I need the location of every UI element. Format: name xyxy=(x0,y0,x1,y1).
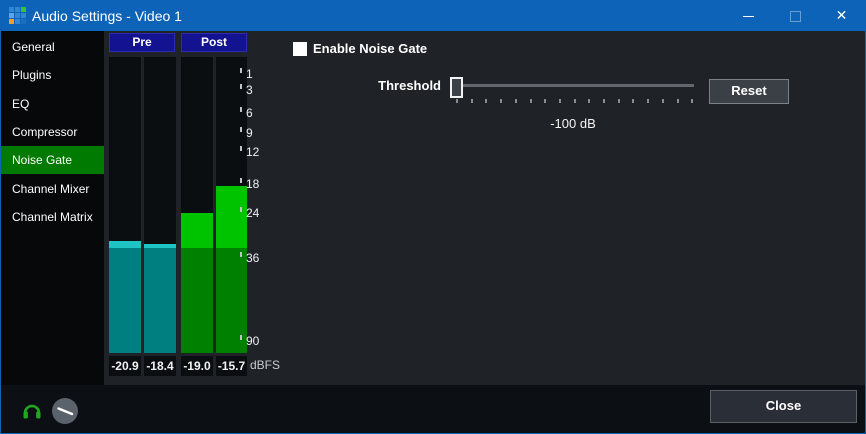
slider-tick xyxy=(559,99,561,103)
slider-tick xyxy=(632,99,634,103)
meter-bar-lower-segment xyxy=(144,248,176,353)
scale-label: 6 xyxy=(246,106,253,120)
slider-tick xyxy=(662,99,664,103)
slider-tick xyxy=(500,99,502,103)
scale-label: 3 xyxy=(246,83,253,97)
slider-tick xyxy=(485,99,487,103)
scale-label: 90 xyxy=(246,334,259,348)
slider-tick xyxy=(574,99,576,103)
meter-bar-upper-segment xyxy=(181,213,213,248)
dialog-content: GeneralPluginsEQCompressorNoise GateChan… xyxy=(1,31,865,433)
maximize-button xyxy=(772,1,819,31)
scale-label: 18 xyxy=(246,177,259,191)
slider-ticks xyxy=(456,99,694,103)
meter-bar-upper-segment xyxy=(109,241,141,248)
meter-bar-upper-segment xyxy=(216,186,247,248)
scale-label: 1 xyxy=(246,67,253,81)
slider-tick xyxy=(515,99,517,103)
slider-tick xyxy=(647,99,649,103)
slider-tick xyxy=(618,99,620,103)
threshold-slider-thumb[interactable] xyxy=(450,77,463,98)
meter-group-pre: Pre xyxy=(109,33,175,52)
monitor-volume-knob[interactable] xyxy=(52,398,78,424)
threshold-slider-track[interactable] xyxy=(456,84,694,87)
scale-label: 12 xyxy=(246,145,259,159)
close-button[interactable]: Close xyxy=(710,390,857,423)
meter-value-label: -19.0 xyxy=(181,356,213,376)
meter-channel-bar xyxy=(181,57,213,353)
scale-tick xyxy=(240,84,242,89)
scale-label: 36 xyxy=(246,251,259,265)
slider-tick xyxy=(603,99,605,103)
window-title: Audio Settings - Video 1 xyxy=(32,1,182,31)
meter-group-post: Post xyxy=(181,33,247,52)
meter-value-label: -15.7 xyxy=(216,356,247,376)
scale-tick xyxy=(240,146,242,151)
close-icon: ✕ xyxy=(818,1,865,31)
audio-settings-window: Audio Settings - Video 1 ✕ GeneralPlugin… xyxy=(0,0,866,434)
maximize-icon xyxy=(790,11,801,22)
minimize-icon xyxy=(743,16,754,17)
scale-label: 9 xyxy=(246,126,253,140)
meter-bar-lower-segment xyxy=(216,248,247,353)
scale-label: 24 xyxy=(246,206,259,220)
slider-tick xyxy=(544,99,546,103)
slider-tick xyxy=(677,99,679,103)
footer-bar: Close xyxy=(1,385,865,433)
titlebar: Audio Settings - Video 1 ✕ xyxy=(1,1,865,31)
knob-pointer-icon xyxy=(52,398,78,424)
slider-tick xyxy=(530,99,532,103)
reset-button[interactable]: Reset xyxy=(709,79,789,104)
vmix-logo-icon xyxy=(9,7,26,24)
scale-tick xyxy=(240,127,242,132)
meter-channel-bar xyxy=(109,57,141,353)
enable-noise-gate-checkbox[interactable] xyxy=(293,42,307,56)
threshold-slider xyxy=(450,77,700,103)
scale-tick xyxy=(240,335,242,340)
headphones-icon[interactable] xyxy=(22,400,42,420)
close-window-button[interactable]: ✕ xyxy=(818,1,865,31)
scale-tick xyxy=(240,178,242,183)
slider-tick xyxy=(471,99,473,103)
meter-bar-lower-segment xyxy=(109,248,141,353)
scale-tick xyxy=(240,107,242,112)
meter-bar-lower-segment xyxy=(181,248,213,353)
slider-tick xyxy=(456,99,458,103)
minimize-button[interactable] xyxy=(725,1,772,31)
slider-tick xyxy=(588,99,590,103)
meter-channel-bar xyxy=(144,57,176,353)
scale-tick xyxy=(240,252,242,257)
meter-channel-bar xyxy=(216,57,247,353)
meter-unit-label: dBFS xyxy=(250,358,280,372)
threshold-value: -100 dB xyxy=(523,116,623,131)
slider-tick xyxy=(691,99,693,103)
meter-value-label: -20.9 xyxy=(109,356,141,376)
scale-tick xyxy=(240,207,242,212)
threshold-label: Threshold xyxy=(351,78,441,93)
meter-value-label: -18.4 xyxy=(144,356,176,376)
enable-noise-gate-label[interactable]: Enable Noise Gate xyxy=(313,41,427,56)
scale-tick xyxy=(240,68,242,73)
